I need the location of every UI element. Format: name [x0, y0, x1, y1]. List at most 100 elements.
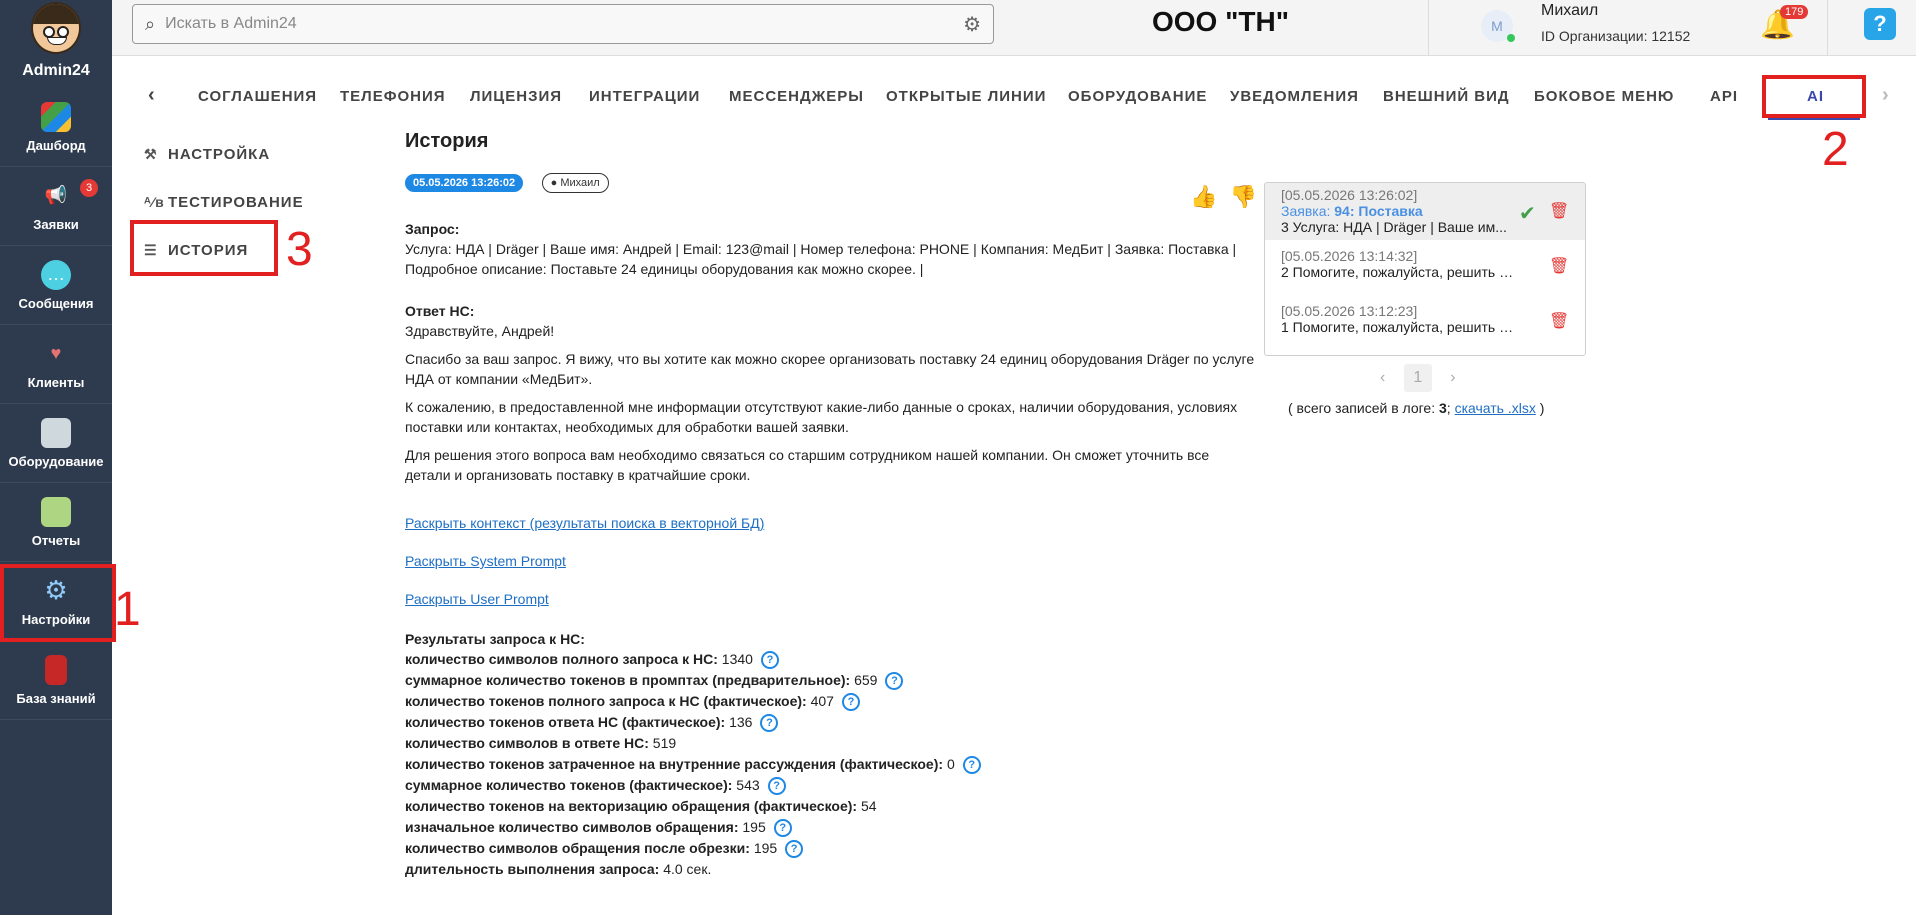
user-chip-icon: ●: [550, 177, 558, 189]
result-value: 659: [854, 672, 878, 688]
settings-tabs: ‹ СОГЛАШЕНИЯ ТЕЛЕФОНИЯ ЛИЦЕНЗИЯ ИНТЕГРАЦ…: [112, 70, 1916, 122]
log-item-request-prefix: Заявка:: [1281, 203, 1335, 219]
expand-user-prompt-link[interactable]: Раскрыть User Prompt: [405, 591, 549, 607]
brand-logo[interactable]: Admin24: [0, 0, 112, 88]
trash-icon[interactable]: 🗑: [1549, 201, 1569, 221]
date-chip: 05.05.2026 13:26:02: [405, 174, 524, 192]
subnav-item-testing[interactable]: ᴬ⁄ʙ ТЕСТИРОВАНИЕ: [130, 178, 380, 226]
help-circle-icon[interactable]: ?: [841, 693, 860, 712]
subnav-item-settings[interactable]: ⚒ НАСТРОЙКА: [130, 130, 380, 178]
sidebar-item-clients[interactable]: ♥ Клиенты: [0, 325, 112, 404]
help-circle-icon[interactable]: ?: [760, 714, 779, 733]
tab-notifications[interactable]: УВЕДОМЛЕНИЯ: [1230, 88, 1359, 105]
log-summary: ( всего записей в логе: 3; скачать .xlsx…: [1288, 400, 1544, 416]
sidebar: Admin24 Дашборд 📢 Заявки 3 … Сообщения ♥…: [0, 0, 112, 915]
results-block: Результаты запроса к НС: количество симв…: [405, 629, 1255, 880]
request-label: Запрос:: [405, 221, 460, 237]
thumbs-down-icon[interactable]: 👎: [1230, 184, 1257, 209]
result-value: 519: [652, 735, 677, 751]
result-value: 0: [946, 756, 955, 772]
help-circle-icon[interactable]: ?: [760, 651, 779, 670]
result-label: количество символов в ответе НС:: [405, 735, 649, 751]
search-input[interactable]: Искать в Admin24: [165, 15, 963, 33]
highlight-box-ai-tab: [1762, 75, 1866, 118]
result-label: количество токенов затраченное на внутре…: [405, 756, 944, 772]
result-label: количество токенов полного запроса к НС …: [405, 693, 807, 709]
feedback-buttons: 👍 👎: [1190, 184, 1257, 210]
result-label: суммарное количество токенов (фактическо…: [405, 777, 733, 793]
search-settings-gear-icon[interactable]: ⚙: [963, 12, 981, 37]
help-button[interactable]: ?: [1864, 8, 1896, 40]
list-item[interactable]: [05.05.2026 13:14:32] 2 Помогите, пожалу…: [1265, 240, 1585, 297]
sidebar-item-equipment[interactable]: Оборудование: [0, 404, 112, 483]
result-value: 136: [729, 714, 753, 730]
search-bar[interactable]: ⌕ Искать в Admin24 ⚙: [132, 4, 994, 44]
help-circle-icon[interactable]: ?: [767, 777, 786, 796]
sidebar-item-requests[interactable]: 📢 Заявки 3: [0, 167, 112, 246]
results-row: количество токенов затраченное на внутре…: [405, 754, 1255, 775]
knowledge-book-icon: [45, 654, 67, 685]
check-icon: ✔: [1519, 203, 1536, 225]
download-xlsx-link[interactable]: скачать .xlsx: [1455, 400, 1536, 416]
expand-system-prompt-link[interactable]: Раскрыть System Prompt: [405, 553, 566, 569]
log-item-request-link[interactable]: 94: Поставка: [1334, 203, 1422, 219]
pagination-prev-icon[interactable]: ‹: [1380, 369, 1385, 386]
log-item-date: [05.05.2026 13:12:23]: [1281, 303, 1418, 319]
log-count: 3: [1439, 400, 1447, 416]
result-label: суммарное количество токенов в промптах …: [405, 672, 851, 688]
tab-agreements[interactable]: СОГЛАШЕНИЯ: [198, 88, 317, 105]
subnav-item-label: ТЕСТИРОВАНИЕ: [168, 193, 304, 211]
tab-open-lines[interactable]: ОТКРЫТЫЕ ЛИНИИ: [886, 88, 1046, 105]
tab-telephony[interactable]: ТЕЛЕФОНИЯ: [340, 88, 446, 105]
log-item-text: 3 Услуга: НДА | Dräger | Ваше им...: [1281, 219, 1507, 235]
tab-side-menu[interactable]: БОКОВОЕ МЕНЮ: [1534, 88, 1674, 105]
help-circle-icon[interactable]: ?: [773, 819, 792, 838]
user-chip-label: Михаил: [560, 177, 600, 189]
answer-paragraph: К сожалению, в предоставленной мне инфор…: [405, 399, 1238, 435]
tabs-next-chevron-icon[interactable]: ›: [1882, 84, 1890, 107]
results-row: суммарное количество токенов (фактическо…: [405, 775, 1255, 796]
annotation-number-1: 1: [114, 583, 141, 636]
list-item[interactable]: [05.05.2026 13:12:23] 1 Помогите, пожалу…: [1265, 297, 1585, 354]
pagination-current-page[interactable]: 1: [1403, 364, 1432, 392]
pagination-next-icon[interactable]: ›: [1450, 369, 1455, 386]
chat-icon: …: [41, 259, 71, 290]
sidebar-item-dashboard[interactable]: Дашборд: [0, 88, 112, 167]
answer-greeting: Здравствуйте, Андрей!: [405, 323, 555, 339]
highlight-box-history: [130, 220, 278, 276]
mascot-icon: [31, 2, 81, 54]
sidebar-item-label: Отчеты: [31, 532, 81, 548]
tab-equipment[interactable]: ОБОРУДОВАНИЕ: [1068, 88, 1207, 105]
list-item[interactable]: [05.05.2026 13:26:02] Заявка: 94: Постав…: [1265, 183, 1585, 240]
thumbs-up-icon[interactable]: 👍: [1190, 184, 1217, 209]
trash-icon[interactable]: 🗑: [1549, 256, 1569, 276]
sidebar-item-knowledge-base[interactable]: База знаний: [0, 641, 112, 720]
results-row: количество токенов полного запроса к НС …: [405, 691, 1255, 712]
help-circle-icon[interactable]: ?: [785, 840, 804, 859]
user-name: Михаил: [1541, 2, 1599, 19]
user-chip: ● Михаил: [541, 173, 609, 193]
dashboard-icon: [41, 101, 71, 132]
help-circle-icon[interactable]: ?: [962, 756, 981, 775]
sidebar-item-messages[interactable]: … Сообщения: [0, 246, 112, 325]
results-title: Результаты запроса к НС:: [405, 631, 585, 647]
results-row: количество токенов ответа НС (фактическо…: [405, 712, 1255, 733]
sidebar-item-reports[interactable]: Отчеты: [0, 483, 112, 562]
tab-messengers[interactable]: МЕССЕНДЖЕРЫ: [729, 88, 864, 105]
log-summary-prefix: ( всего записей в логе:: [1288, 400, 1439, 416]
trash-icon[interactable]: 🗑: [1549, 311, 1569, 331]
tab-api[interactable]: API: [1710, 88, 1738, 105]
tab-license[interactable]: ЛИЦЕНЗИЯ: [470, 88, 562, 105]
expand-context-link[interactable]: Раскрыть контекст (результаты поиска в в…: [405, 515, 764, 531]
sidebar-item-label: Заявки: [33, 216, 79, 232]
brand-title: Admin24: [22, 62, 90, 79]
reports-icon: [41, 496, 71, 527]
results-row: суммарное количество токенов в промптах …: [405, 670, 1255, 691]
results-row: количество символов полного запроса к НС…: [405, 649, 1255, 670]
help-circle-icon[interactable]: ?: [885, 672, 904, 691]
tab-appearance[interactable]: ВНЕШНИЙ ВИД: [1383, 88, 1510, 105]
results-row: длительность выполнения запроса: 4.0 сек…: [405, 859, 1255, 880]
tabs-prev-chevron-icon[interactable]: ‹: [148, 84, 156, 107]
subnav-item-label: НАСТРОЙКА: [168, 145, 271, 163]
tab-integrations[interactable]: ИНТЕГРАЦИИ: [589, 88, 700, 105]
